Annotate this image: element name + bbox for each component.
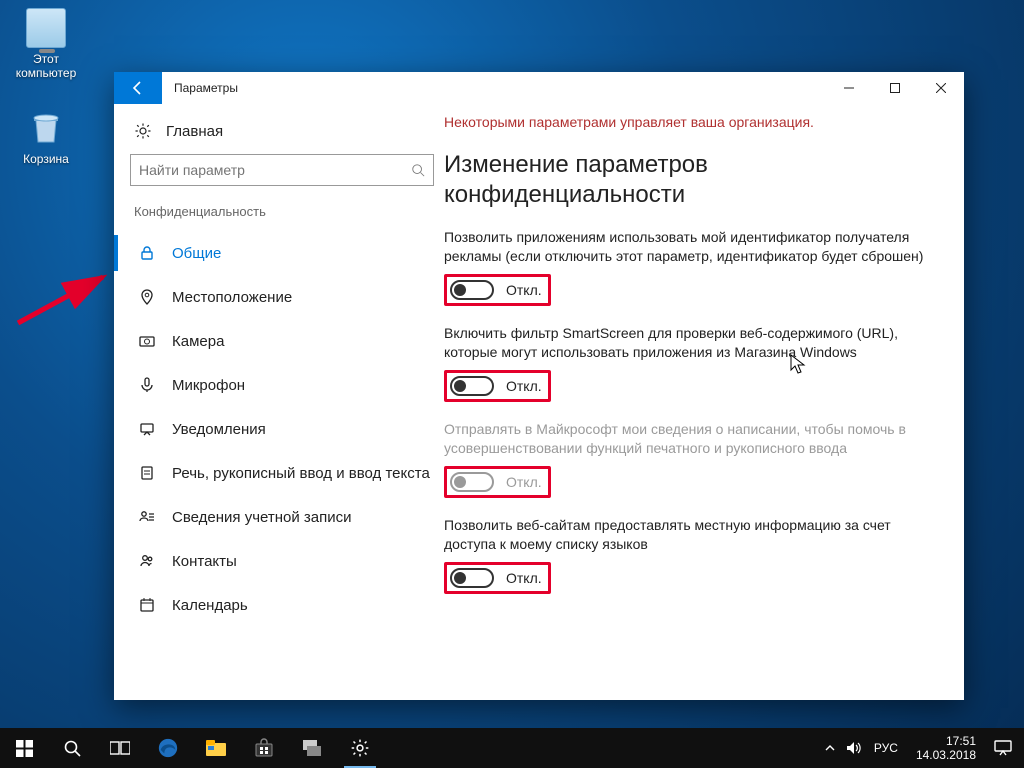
action-center-button[interactable] [988, 740, 1018, 756]
nav-item-contacts[interactable]: Контакты [130, 539, 434, 583]
search-input[interactable] [139, 162, 411, 178]
taskbar: РУС 17:51 14.03.2018 [0, 728, 1024, 768]
annotation-highlight: Откл. [444, 274, 551, 306]
desktop-icon-this-pc[interactable]: Этот компьютер [6, 8, 86, 80]
settings-window: Параметры Главная Конфиденциальность Об [114, 72, 964, 700]
taskbar-app-system[interactable] [288, 728, 336, 768]
tray-date: 14.03.2018 [916, 748, 976, 762]
computer-icon [26, 8, 66, 48]
org-managed-warning: Некоторыми параметрами управляет ваша ор… [444, 114, 934, 130]
back-button[interactable] [114, 72, 162, 104]
tray-time: 17:51 [916, 734, 976, 748]
setting-desc-advertising-id: Позволить приложениям использовать мой и… [444, 228, 924, 266]
location-icon [138, 288, 156, 306]
window-title: Параметры [162, 72, 826, 104]
tray-clock[interactable]: 17:51 14.03.2018 [908, 734, 984, 762]
notifications-icon [138, 420, 156, 438]
gear-icon [134, 122, 152, 140]
nav-item-general[interactable]: Общие [130, 231, 434, 275]
toggle-state-label: Откл. [506, 474, 542, 490]
nav-item-label: Речь, рукописный ввод и ввод текста [172, 465, 430, 482]
tray-language[interactable]: РУС [868, 741, 904, 755]
nav-item-label: Камера [172, 333, 224, 350]
nav-item-label: Календарь [172, 597, 248, 614]
nav-item-label: Местоположение [172, 289, 292, 306]
lock-icon [138, 244, 156, 262]
taskbar-app-edge[interactable] [144, 728, 192, 768]
titlebar: Параметры [114, 72, 964, 104]
annotation-highlight: Откл. [444, 370, 551, 402]
annotation-highlight: Откл. [444, 466, 551, 498]
toggle-advertising-id[interactable] [450, 280, 494, 300]
page-heading: Изменение параметров конфиденциальности [444, 150, 934, 210]
calendar-icon [138, 596, 156, 614]
nav-item-label: Сведения учетной записи [172, 509, 352, 526]
setting-desc-language-list: Позволить веб-сайтам предоставлять местн… [444, 516, 924, 554]
taskbar-app-explorer[interactable] [192, 728, 240, 768]
desktop-icon-recycle-bin[interactable]: Корзина [6, 108, 86, 166]
nav-item-location[interactable]: Местоположение [130, 275, 434, 319]
minimize-button[interactable] [826, 72, 872, 104]
clipboard-icon [138, 464, 156, 482]
nav-item-calendar[interactable]: Календарь [130, 583, 434, 627]
nav-section-label: Конфиденциальность [130, 204, 434, 219]
nav-item-label: Общие [172, 245, 221, 262]
toggle-state-label: Откл. [506, 282, 542, 298]
close-button[interactable] [918, 72, 964, 104]
annotation-arrow [8, 245, 118, 335]
setting-desc-typing-data: Отправлять в Майкрософт мои сведения о н… [444, 420, 924, 458]
toggle-typing-data [450, 472, 494, 492]
tray-volume-icon[interactable] [844, 741, 864, 755]
desktop-icon-label: Корзина [6, 152, 86, 166]
camera-icon [138, 332, 156, 350]
tray-language-label: РУС [874, 741, 898, 755]
search-box[interactable] [130, 154, 434, 186]
nav-home-label: Главная [166, 123, 223, 140]
nav-item-label: Контакты [172, 553, 237, 570]
microphone-icon [138, 376, 156, 394]
desktop-icon-label: Этот компьютер [6, 52, 86, 80]
account-icon [138, 508, 156, 526]
contacts-icon [138, 552, 156, 570]
nav-item-account[interactable]: Сведения учетной записи [130, 495, 434, 539]
toggle-language-list[interactable] [450, 568, 494, 588]
settings-nav: Главная Конфиденциальность Общие Местопо… [114, 104, 444, 700]
taskbar-search-button[interactable] [48, 728, 96, 768]
setting-desc-smartscreen: Включить фильтр SmartScreen для проверки… [444, 324, 924, 362]
tray-chevron-up-icon[interactable] [820, 742, 840, 754]
search-icon [411, 163, 425, 177]
task-view-button[interactable] [96, 728, 144, 768]
toggle-smartscreen[interactable] [450, 376, 494, 396]
nav-home[interactable]: Главная [130, 116, 434, 154]
nav-item-label: Уведомления [172, 421, 266, 438]
nav-item-microphone[interactable]: Микрофон [130, 363, 434, 407]
toggle-state-label: Откл. [506, 378, 542, 394]
nav-item-notifications[interactable]: Уведомления [130, 407, 434, 451]
settings-content: Некоторыми параметрами управляет ваша ор… [444, 104, 964, 700]
start-button[interactable] [0, 728, 48, 768]
annotation-highlight: Откл. [444, 562, 551, 594]
taskbar-app-settings[interactable] [336, 728, 384, 768]
maximize-button[interactable] [872, 72, 918, 104]
recycle-bin-icon [26, 108, 66, 148]
taskbar-app-store[interactable] [240, 728, 288, 768]
nav-item-camera[interactable]: Камера [130, 319, 434, 363]
system-tray: РУС 17:51 14.03.2018 [820, 728, 1024, 768]
nav-item-label: Микрофон [172, 377, 245, 394]
toggle-state-label: Откл. [506, 570, 542, 586]
nav-item-speech[interactable]: Речь, рукописный ввод и ввод текста [130, 451, 434, 495]
